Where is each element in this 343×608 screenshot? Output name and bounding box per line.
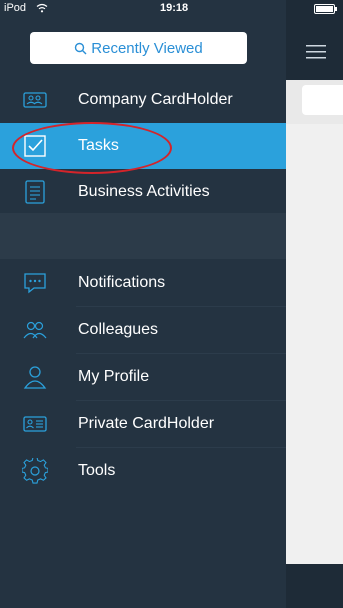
menu-item-notifications[interactable]: Notifications — [0, 260, 286, 306]
search-icon — [75, 42, 87, 54]
status-bar: iPod 19:18 — [0, 0, 343, 20]
menu-item-company-cardholder[interactable]: Company CardHolder — [0, 77, 286, 123]
main-pane — [286, 0, 343, 608]
menu-item-label: Company CardHolder — [78, 91, 233, 108]
main-content — [286, 124, 343, 564]
sidebar: Recently Viewed Company CardHolder Tasks… — [0, 0, 286, 608]
recently-viewed-label: Recently Viewed — [91, 39, 203, 57]
gear-icon — [22, 458, 48, 484]
id-card-icon — [23, 416, 47, 432]
menu-item-label: Notifications — [78, 274, 166, 291]
menu-item-my-profile[interactable]: My Profile — [0, 354, 286, 400]
recently-viewed-search[interactable]: Recently Viewed — [30, 32, 247, 64]
main-search-field[interactable] — [302, 85, 343, 115]
checkbox-icon — [24, 135, 46, 157]
card-holder-icon — [23, 92, 47, 108]
battery-icon — [314, 4, 337, 14]
chat-bubble-icon — [24, 273, 46, 294]
carrier-label: iPod — [4, 2, 27, 14]
wifi-icon — [36, 3, 48, 13]
menu-item-tasks[interactable]: Tasks — [0, 123, 286, 169]
main-footer — [286, 564, 343, 608]
menu-item-label: My Profile — [78, 368, 150, 385]
menu-item-tools[interactable]: Tools — [0, 448, 286, 494]
person-icon — [23, 366, 47, 389]
section-spacer — [0, 213, 286, 259]
menu-item-label: Private CardHolder — [78, 415, 215, 432]
menu-item-label: Business Activities — [78, 183, 210, 200]
menu-item-label: Colleagues — [78, 321, 159, 338]
hamburger-menu-icon[interactable] — [306, 44, 326, 60]
menu-item-business-activities[interactable]: Business Activities — [0, 169, 286, 215]
menu-item-label: Tools — [78, 462, 116, 479]
menu-item-colleagues[interactable]: Colleagues — [0, 307, 286, 353]
document-list-icon — [25, 180, 45, 204]
people-icon — [23, 321, 47, 339]
clock: 19:18 — [160, 2, 189, 14]
menu-item-label: Tasks — [78, 137, 119, 154]
menu-item-private-cardholder[interactable]: Private CardHolder — [0, 401, 286, 447]
